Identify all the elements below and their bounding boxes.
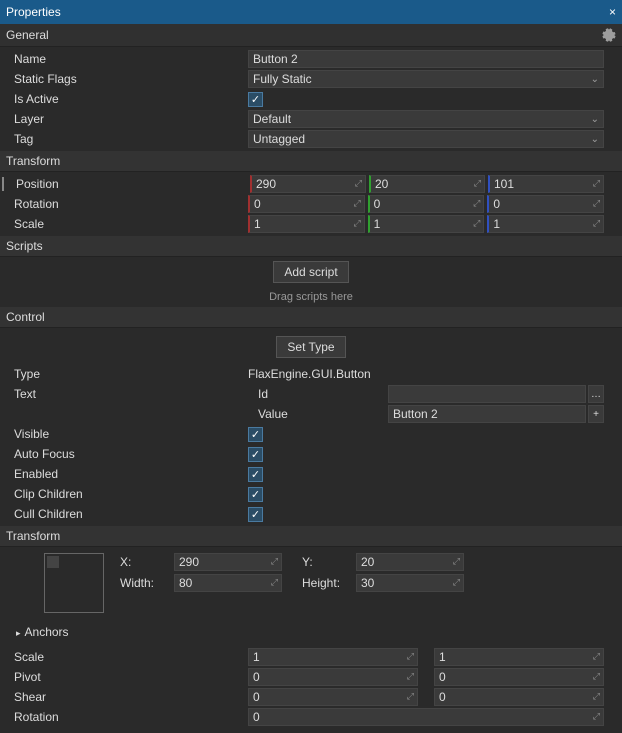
y-label: Y: [296, 555, 356, 569]
position-x-input[interactable]: 290⤢ [250, 175, 366, 193]
height-input[interactable]: 30⤢ [356, 574, 464, 592]
position-y-input[interactable]: 20⤢ [369, 175, 485, 193]
scale-label: Scale [0, 217, 248, 231]
section-scripts[interactable]: Scripts [0, 236, 622, 257]
type-label: Type [0, 367, 248, 381]
clipchildren-label: Clip Children [0, 487, 248, 501]
x-input[interactable]: 290⤢ [174, 553, 282, 571]
id-input[interactable] [388, 385, 586, 403]
pivot-label: Pivot [0, 670, 248, 684]
section-general[interactable]: General [0, 24, 622, 47]
scripts-drop-hint: Drag scripts here [0, 287, 622, 307]
rotation-x-input[interactable]: 0⤢ [248, 195, 365, 213]
enabled-label: Enabled [0, 467, 248, 481]
chevron-down-icon: ⌄ [591, 114, 599, 125]
height-label: Height: [296, 576, 356, 590]
rotation-label: Rotation [0, 197, 248, 211]
window-titlebar: Properties × [0, 0, 622, 24]
pivot-y-input[interactable]: 0⤢ [434, 668, 604, 686]
expand-icon: ⤢ [474, 178, 481, 189]
crotation-label: Rotation [0, 710, 248, 724]
scale-z-input[interactable]: 1⤢ [487, 215, 604, 233]
text-label: Text [0, 387, 258, 401]
rotation-y-input[interactable]: 0⤢ [368, 195, 485, 213]
chevron-right-icon: ▸ [16, 628, 21, 638]
type-value: FlaxEngine.GUI.Button [248, 367, 622, 381]
name-label: Name [0, 52, 248, 66]
visible-label: Visible [0, 427, 248, 441]
clipchildren-checkbox[interactable]: ✓ [248, 487, 263, 502]
staticflags-label: Static Flags [0, 72, 248, 86]
width-input[interactable]: 80⤢ [174, 574, 282, 592]
enabled-checkbox[interactable]: ✓ [248, 467, 263, 482]
layer-label: Layer [0, 112, 248, 126]
cscale-x-input[interactable]: 1⤢ [248, 648, 418, 666]
value-label: Value [258, 407, 388, 421]
x-label: X: [114, 555, 174, 569]
isactive-checkbox[interactable]: ✓ [248, 92, 263, 107]
position-label: Position [2, 177, 250, 191]
cscale-y-input[interactable]: 1⤢ [434, 648, 604, 666]
expand-icon: ⤢ [355, 178, 362, 189]
y-input[interactable]: 20⤢ [356, 553, 464, 571]
shear-x-input[interactable]: 0⤢ [248, 688, 418, 706]
anchor-preset[interactable] [44, 553, 104, 613]
section-transform[interactable]: Transform [0, 151, 622, 172]
rotation-z-input[interactable]: 0⤢ [487, 195, 604, 213]
value-add-button[interactable]: + [588, 405, 604, 423]
staticflags-select[interactable]: Fully Static⌄ [248, 70, 604, 88]
tag-label: Tag [0, 132, 248, 146]
section-control[interactable]: Control [0, 307, 622, 328]
expand-icon: ⤢ [593, 178, 600, 189]
scale-y-input[interactable]: 1⤢ [368, 215, 485, 233]
width-label: Width: [114, 576, 174, 590]
section-control-transform[interactable]: Transform [0, 526, 622, 547]
cullchildren-label: Cull Children [0, 507, 248, 521]
anchors-expander[interactable]: ▸Anchors [0, 619, 622, 645]
id-picker-button[interactable]: … [588, 385, 604, 403]
chevron-down-icon: ⌄ [591, 74, 599, 85]
crotation-input[interactable]: 0⤢ [248, 708, 604, 726]
scale-x-input[interactable]: 1⤢ [248, 215, 365, 233]
window-title: Properties [6, 5, 61, 19]
cscale-label: Scale [0, 650, 248, 664]
autofocus-label: Auto Focus [0, 447, 248, 461]
layer-select[interactable]: Default⌄ [248, 110, 604, 128]
name-input[interactable] [248, 50, 604, 68]
section-general-label: General [6, 28, 49, 42]
position-z-input[interactable]: 101⤢ [488, 175, 604, 193]
isactive-label: Is Active [0, 92, 248, 106]
value-input[interactable]: Button 2 [388, 405, 586, 423]
set-type-button[interactable]: Set Type [276, 336, 345, 358]
add-script-button[interactable]: Add script [273, 261, 348, 283]
gear-icon[interactable] [602, 28, 616, 42]
id-label: Id [258, 387, 388, 401]
visible-checkbox[interactable]: ✓ [248, 427, 263, 442]
shear-label: Shear [0, 690, 248, 704]
chevron-down-icon: ⌄ [591, 134, 599, 145]
autofocus-checkbox[interactable]: ✓ [248, 447, 263, 462]
tag-select[interactable]: Untagged⌄ [248, 130, 604, 148]
pivot-x-input[interactable]: 0⤢ [248, 668, 418, 686]
shear-y-input[interactable]: 0⤢ [434, 688, 604, 706]
close-icon[interactable]: × [609, 5, 616, 19]
cullchildren-checkbox[interactable]: ✓ [248, 507, 263, 522]
